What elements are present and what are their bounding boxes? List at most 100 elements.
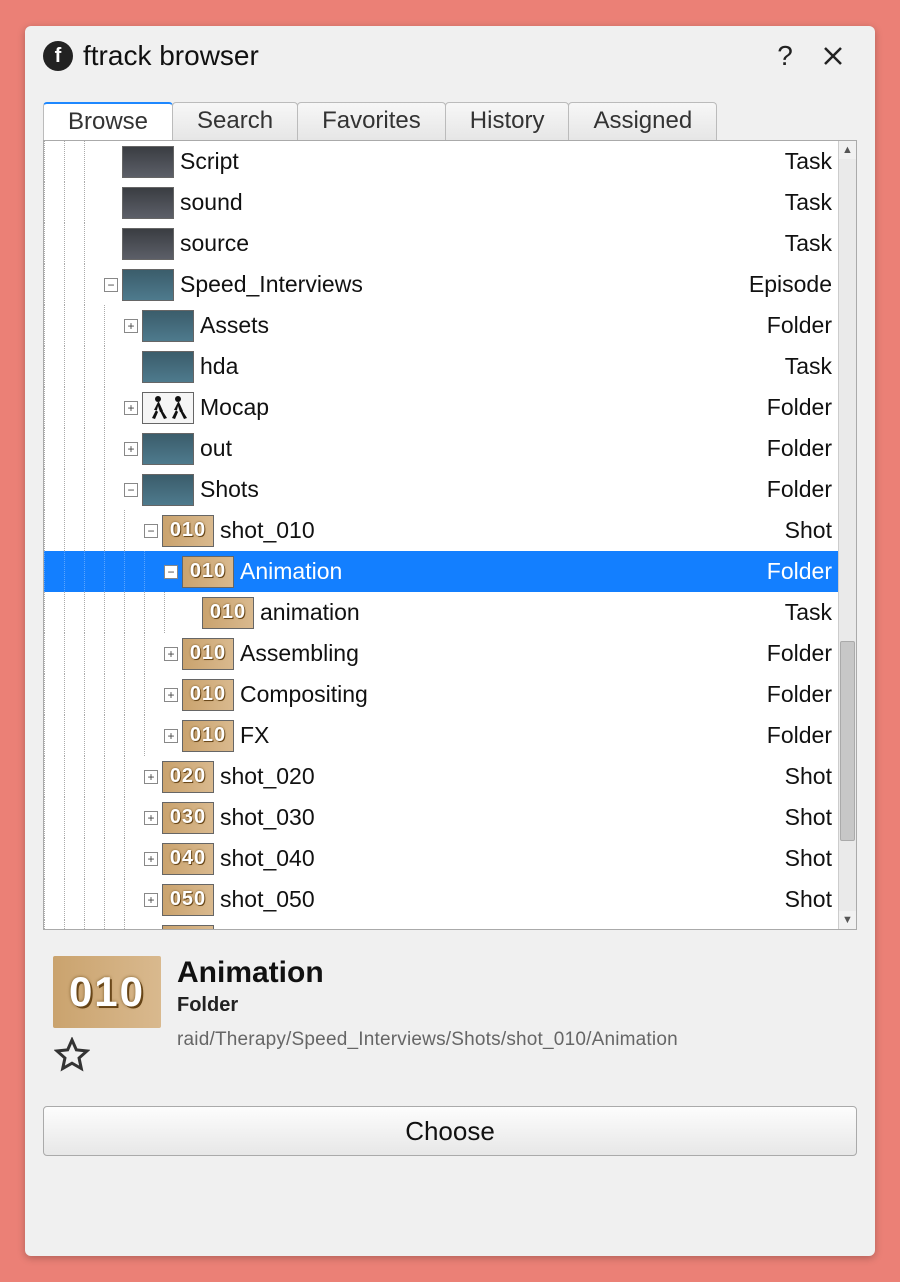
ftrack-browser-window: f ftrack browser ? BrowseSearchFavorites… [25, 26, 875, 1256]
thumbnail-icon: 030 [162, 802, 214, 834]
thumbnail-icon [142, 474, 194, 506]
tree-row-label: source [180, 230, 785, 257]
detail-thumbnail: 010 [53, 956, 161, 1028]
tree-row[interactable]: + AssetsFolder [44, 305, 838, 346]
expand-icon[interactable]: + [164, 688, 178, 702]
tree-row[interactable]: hdaTask [44, 346, 838, 387]
expand-icon[interactable]: + [144, 852, 158, 866]
tab-bar: BrowseSearchFavoritesHistoryAssigned [43, 102, 857, 140]
tree-row[interactable]: +050shot_050Shot [44, 879, 838, 920]
favorite-star-button[interactable] [53, 1036, 91, 1074]
tree-row[interactable]: +010AssemblingFolder [44, 633, 838, 674]
tree-row-label: Animation [240, 558, 767, 585]
tree-row[interactable]: − Speed_InterviewsEpisode [44, 264, 838, 305]
collapse-icon[interactable]: − [124, 483, 138, 497]
tree-row-type: Shot [785, 886, 838, 913]
tab-browse[interactable]: Browse [43, 102, 173, 140]
thumbnail-icon: 010 [162, 515, 214, 547]
tree-row-type: Task [785, 353, 838, 380]
tab-history[interactable]: History [445, 102, 570, 140]
tree-row-type: Shot [785, 517, 838, 544]
tree-panel: ScriptTasksoundTasksourceTask−Speed_Inte… [43, 140, 857, 930]
thumbnail-icon: 020 [162, 761, 214, 793]
tree-row[interactable]: +010CompositingFolder [44, 674, 838, 715]
collapse-icon[interactable]: − [164, 565, 178, 579]
thumbnail-icon: 010 [182, 638, 234, 670]
tree-row[interactable]: soundTask [44, 182, 838, 223]
tree-row-type: Folder [767, 681, 838, 708]
expand-icon[interactable]: + [144, 811, 158, 825]
app-icon: f [43, 41, 73, 71]
tree-row[interactable]: +060shot_060Shot [44, 920, 838, 929]
tree-row-label: Assets [200, 312, 767, 339]
expand-icon[interactable]: + [124, 401, 138, 415]
thumbnail-icon: 010 [182, 556, 234, 588]
tree-row[interactable]: +010FXFolder [44, 715, 838, 756]
tree-row-type: Shot [785, 804, 838, 831]
window-title: ftrack browser [83, 40, 259, 72]
tree-row-label: shot_020 [220, 763, 785, 790]
tree-row-label: shot_050 [220, 886, 785, 913]
tree-row-label: Shots [200, 476, 767, 503]
choose-button[interactable]: Choose [43, 1106, 857, 1156]
expand-icon[interactable]: + [144, 770, 158, 784]
thumbnail-icon [142, 310, 194, 342]
collapse-icon[interactable]: − [144, 524, 158, 538]
scroll-up-arrow[interactable]: ▲ [839, 141, 856, 159]
thumbnail-icon: 010 [182, 720, 234, 752]
tree-row-label: Script [180, 148, 785, 175]
thumbnail-icon: 010 [182, 679, 234, 711]
expand-icon[interactable]: + [124, 442, 138, 456]
tab-search[interactable]: Search [172, 102, 298, 140]
tree-row-type: Task [785, 148, 838, 175]
tree-row-label: animation [260, 599, 785, 626]
detail-panel: 010 Animation Folder raid/Therapy/Speed_… [53, 956, 847, 1074]
tree-row[interactable]: − ShotsFolder [44, 469, 838, 510]
tree-row-type: Folder [767, 435, 838, 462]
thumbnail-icon: 060 [162, 925, 214, 930]
tree-row[interactable]: −010AnimationFolder [44, 551, 838, 592]
tree-row[interactable]: +020shot_020Shot [44, 756, 838, 797]
expand-icon[interactable]: + [144, 893, 158, 907]
expand-icon[interactable]: + [164, 729, 178, 743]
scrollbar[interactable]: ▲ ▼ [838, 141, 856, 929]
tree-row-label: hda [200, 353, 785, 380]
tree-row-type: Shot [785, 927, 838, 929]
tree-row-label: Assembling [240, 640, 767, 667]
tree-row[interactable]: −010shot_010Shot [44, 510, 838, 551]
thumbnail-icon [122, 146, 174, 178]
tree-row-label: Speed_Interviews [180, 271, 749, 298]
tree-row-type: Episode [749, 271, 838, 298]
tree-row-type: Folder [767, 312, 838, 339]
tree-row-label: shot_040 [220, 845, 785, 872]
tree-row-label: Compositing [240, 681, 767, 708]
tree-row[interactable]: ScriptTask [44, 141, 838, 182]
tab-assigned[interactable]: Assigned [568, 102, 717, 140]
thumbnail-icon [122, 228, 174, 260]
tree[interactable]: ScriptTasksoundTasksourceTask−Speed_Inte… [44, 141, 838, 929]
help-button[interactable]: ? [761, 36, 809, 76]
tree-row[interactable]: +030shot_030Shot [44, 797, 838, 838]
tree-row[interactable]: +040shot_040Shot [44, 838, 838, 879]
tree-row-type: Folder [767, 476, 838, 503]
tree-row[interactable]: 010animationTask [44, 592, 838, 633]
tree-row[interactable]: sourceTask [44, 223, 838, 264]
tree-row-type: Shot [785, 845, 838, 872]
tree-row-type: Folder [767, 640, 838, 667]
expand-icon[interactable]: + [164, 647, 178, 661]
tree-row-type: Task [785, 599, 838, 626]
expand-icon[interactable]: + [124, 319, 138, 333]
thumbnail-icon: 010 [202, 597, 254, 629]
scroll-down-arrow[interactable]: ▼ [839, 911, 856, 929]
collapse-icon[interactable]: − [104, 278, 118, 292]
tree-row[interactable]: +outFolder [44, 428, 838, 469]
tree-row[interactable]: +MocapFolder [44, 387, 838, 428]
titlebar: f ftrack browser ? [25, 26, 875, 82]
tab-favorites[interactable]: Favorites [297, 102, 446, 140]
tree-row-type: Shot [785, 763, 838, 790]
tree-row-label: FX [240, 722, 767, 749]
scroll-thumb[interactable] [840, 641, 855, 841]
thumbnail-icon: 050 [162, 884, 214, 916]
tree-row-type: Folder [767, 558, 838, 585]
close-button[interactable] [809, 36, 857, 76]
